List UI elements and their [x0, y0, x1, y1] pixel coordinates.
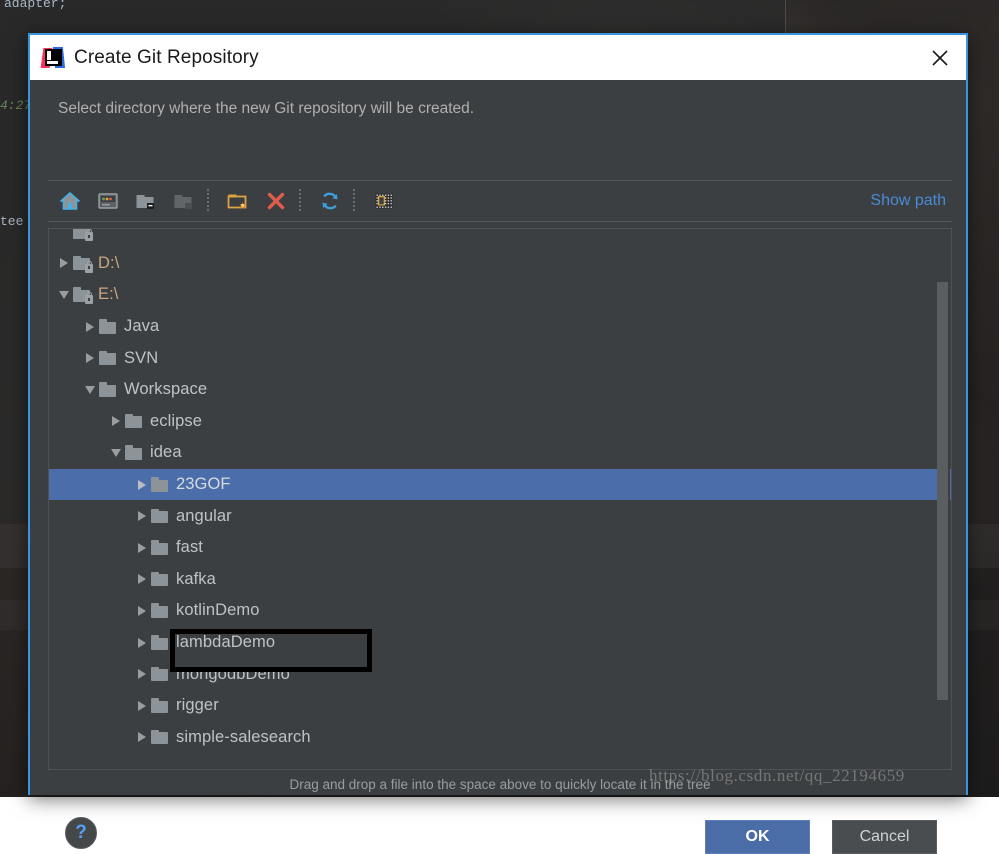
folder-icon: [151, 572, 169, 587]
project-folder-icon[interactable]: [130, 185, 162, 217]
chevron-right-icon[interactable]: [133, 722, 151, 754]
folder-icon: [151, 667, 169, 682]
tree-row-label: kotlinDemo: [176, 601, 260, 620]
tree-row[interactable]: idea: [49, 437, 951, 469]
tree-row[interactable]: [49, 228, 951, 248]
close-icon[interactable]: [924, 42, 956, 74]
tree-row-label: angular: [176, 507, 232, 526]
tree-row-label: mongodbDemo: [176, 665, 290, 684]
chevron-down-icon[interactable]: [55, 279, 73, 311]
dialog-title: Create Git Repository: [74, 47, 259, 69]
tree-row[interactable]: 23GOF: [49, 469, 951, 501]
directory-tree-rows: D:\ E:\ Java SVN Workspace eclipse idea 23GOF an…: [49, 228, 951, 753]
tree-row-label: D:\: [98, 254, 119, 273]
file-chooser-toolbar: Show path: [48, 181, 952, 221]
ok-button[interactable]: OK: [705, 820, 810, 854]
tree-row-label: Workspace: [124, 380, 207, 399]
background-code-line-2: 4:27: [0, 98, 31, 113]
chevron-right-icon[interactable]: [133, 690, 151, 722]
tree-row[interactable]: Java: [49, 311, 951, 343]
tree-scrollbar-thumb[interactable]: [937, 282, 948, 700]
dialog-body: Select directory where the new Git repos…: [30, 80, 966, 795]
tree-row-label: kafka: [176, 570, 216, 589]
tree-row[interactable]: eclipse: [49, 406, 951, 438]
tree-row[interactable]: lambdaDemo: [49, 627, 951, 659]
tree-row-label: rigger: [176, 696, 219, 715]
tree-row-label: eclipse: [150, 412, 202, 431]
tree-row[interactable]: Workspace: [49, 374, 951, 406]
chevron-down-icon[interactable]: [107, 437, 125, 469]
folder-icon: [99, 382, 117, 397]
refresh-icon[interactable]: [314, 185, 346, 217]
desktop-icon[interactable]: [92, 185, 124, 217]
tree-row[interactable]: kotlinDemo: [49, 595, 951, 627]
background-code-line-1: adapter;: [4, 0, 66, 11]
drag-drop-hint: Drag and drop a file into the space abov…: [30, 777, 970, 792]
chevron-down-icon[interactable]: [81, 374, 99, 406]
cancel-button[interactable]: Cancel: [832, 820, 937, 854]
chevron-right-icon[interactable]: [133, 564, 151, 596]
dialog-titlebar: Create Git Repository: [30, 35, 966, 80]
hide-path-icon[interactable]: [368, 185, 400, 217]
tree-row-label: Java: [124, 317, 159, 336]
folder-icon: [151, 477, 169, 492]
tree-row[interactable]: D:\: [49, 248, 951, 280]
tree-row[interactable]: SVN: [49, 342, 951, 374]
folder-icon: [99, 351, 117, 366]
tree-row-label: lambdaDemo: [176, 633, 275, 652]
folder-locked-icon: [73, 287, 91, 302]
folder-icon: [151, 603, 169, 618]
chevron-right-icon[interactable]: [133, 627, 151, 659]
toolbar-separator-1: [207, 189, 209, 213]
tree-row-label: E:\: [98, 285, 118, 304]
folder-locked-icon: [73, 228, 91, 239]
tree-row[interactable]: rigger: [49, 690, 951, 722]
folder-icon: [125, 445, 143, 460]
folder-icon: [99, 319, 117, 334]
intellij-idea-logo-icon: [42, 47, 64, 69]
chevron-right-icon[interactable]: [133, 658, 151, 690]
toolbar-bottom-divider: [48, 221, 952, 222]
chevron-right-icon[interactable]: [133, 595, 151, 627]
chevron-right-icon[interactable]: [133, 500, 151, 532]
new-folder-icon[interactable]: [222, 185, 254, 217]
toolbar-separator-3: [353, 189, 355, 213]
home-icon[interactable]: [54, 185, 86, 217]
folder-icon: [151, 540, 169, 555]
tree-row-label: 23GOF: [176, 475, 231, 494]
delete-icon[interactable]: [260, 185, 292, 217]
folder-icon: [151, 509, 169, 524]
tree-row-label: simple-salesearch: [176, 728, 311, 747]
module-folder-icon: [168, 185, 200, 217]
tree-row[interactable]: simple-salesearch: [49, 722, 951, 754]
folder-icon: [151, 635, 169, 650]
tree-row-label: fast: [176, 538, 203, 557]
folder-icon: [151, 730, 169, 745]
folder-icon: [125, 414, 143, 429]
tree-row[interactable]: angular: [49, 500, 951, 532]
create-git-repository-dialog: Create Git Repository Select directory w…: [28, 33, 968, 795]
chevron-right-icon[interactable]: [133, 532, 151, 564]
tree-row[interactable]: mongodbDemo: [49, 658, 951, 690]
chevron-right-icon[interactable]: [81, 342, 99, 374]
tree-row[interactable]: fast: [49, 532, 951, 564]
chevron-right-icon[interactable]: [133, 469, 151, 501]
chevron-placeholder-icon: [55, 228, 73, 248]
chevron-right-icon[interactable]: [55, 248, 73, 280]
tree-row[interactable]: kafka: [49, 564, 951, 596]
tree-row-label: idea: [150, 443, 182, 462]
chevron-right-icon[interactable]: [107, 406, 125, 438]
tree-row-label: SVN: [124, 349, 158, 368]
tree-row[interactable]: E:\: [49, 279, 951, 311]
tree-scrollbar-track[interactable]: [937, 230, 950, 770]
show-path-link[interactable]: Show path: [870, 192, 946, 210]
dialog-subtitle: Select directory where the new Git repos…: [58, 100, 474, 118]
folder-locked-icon: [73, 256, 91, 271]
toolbar-separator-2: [299, 189, 301, 213]
help-button[interactable]: ?: [65, 817, 97, 849]
background-code-line-3: tee: [0, 214, 23, 229]
chevron-right-icon[interactable]: [81, 311, 99, 343]
directory-tree-panel[interactable]: D:\ E:\ Java SVN Workspace eclipse idea 23GOF an…: [48, 228, 952, 770]
folder-icon: [151, 698, 169, 713]
